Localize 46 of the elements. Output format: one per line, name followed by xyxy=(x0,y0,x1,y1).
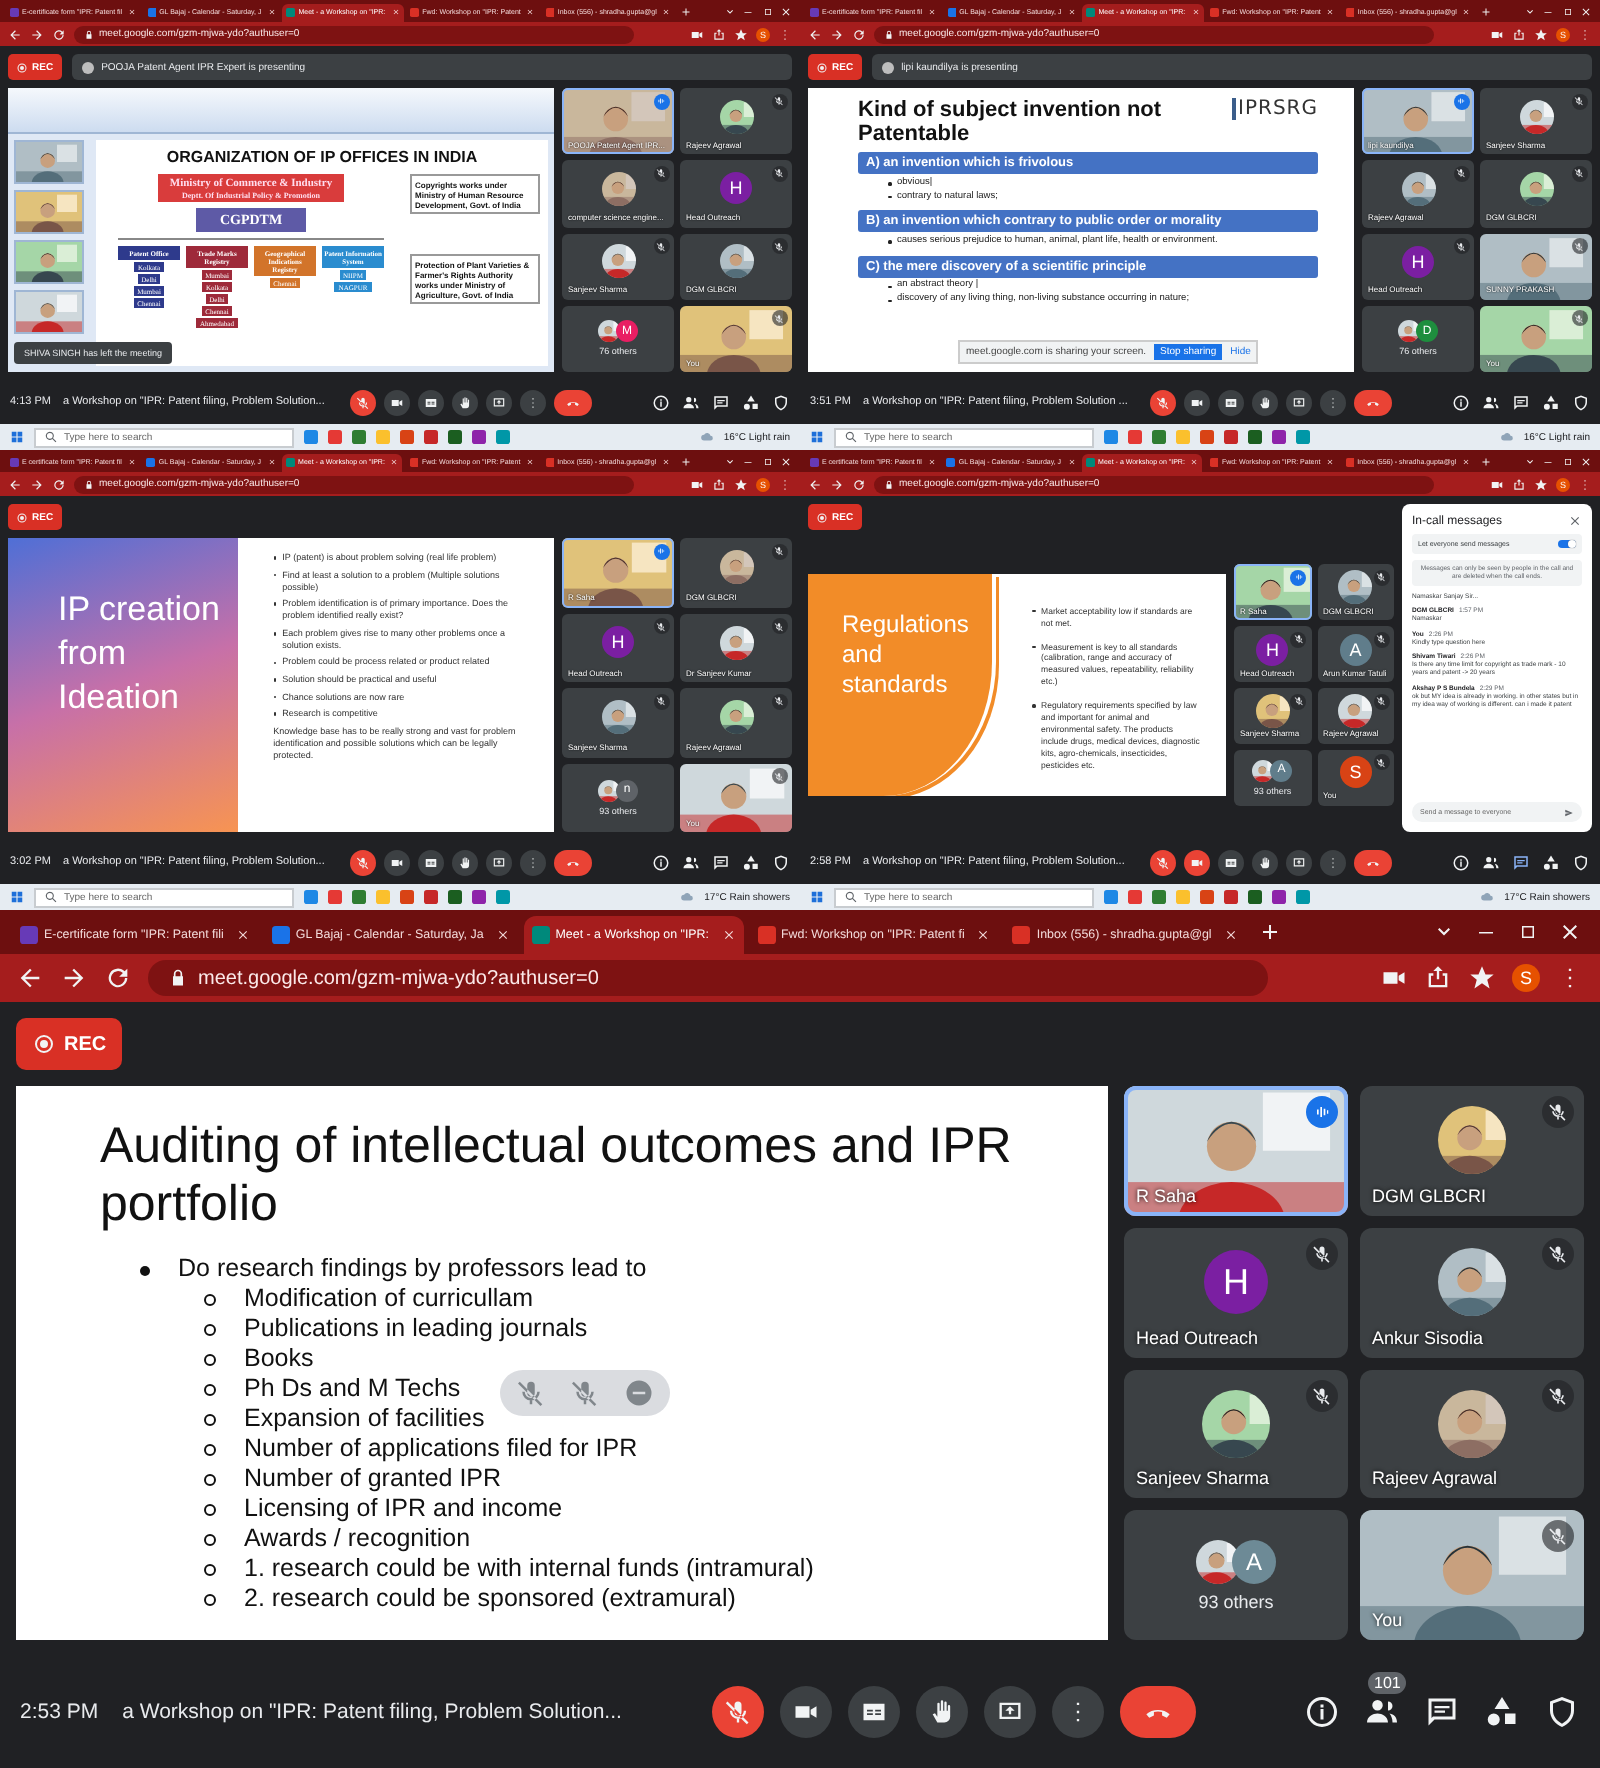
participant-name: Head Outreach xyxy=(1136,1327,1259,1347)
participant-name: R Saha xyxy=(1136,1185,1197,1206)
participant-tile[interactable]: Sanjeev Sharma xyxy=(1124,1369,1348,1499)
bullet-text: 1. research could be with internal funds (intramural) xyxy=(244,1553,814,1583)
logo: IPRSRG xyxy=(1231,98,1318,120)
avatar: H xyxy=(1204,1250,1268,1315)
meeting-title: a Workshop on "IPR: Patent filing, Problem Solution... xyxy=(122,1700,622,1724)
avatar: H xyxy=(1256,633,1289,666)
avatar: S xyxy=(1339,756,1372,789)
bullet-text: Publications in leading journals xyxy=(244,1313,588,1343)
slide-title: ORGANIZATION OF IP OFFICES IN INDIA xyxy=(164,148,480,166)
participant-tile[interactable]: H Head Outreach xyxy=(1124,1227,1348,1357)
participant-name: DGM GLBCRI xyxy=(1372,1185,1487,1206)
bullet-text: Expansion of facilities xyxy=(244,1403,485,1433)
participant-tile[interactable]: Rajeev Agrawal xyxy=(1360,1369,1584,1499)
participant-tile[interactable]: A 93 others xyxy=(1124,1510,1348,1640)
participant-count: 93 others xyxy=(1198,1591,1274,1612)
participant-name: Ankur Sisodia xyxy=(1372,1327,1484,1347)
participant-tile[interactable]: DGM GLBCRI xyxy=(1360,1086,1584,1216)
bullet-text: Do research findings by professors lead to xyxy=(178,1253,647,1283)
bullet-text: Books xyxy=(244,1343,314,1373)
participant-name: Sanjeev Sharma xyxy=(1136,1468,1270,1489)
bullet-text: Number of granted IPR xyxy=(244,1463,502,1493)
address-field[interactable]: meet.google.com/gzm-mjwa-ydo?authuser=0 xyxy=(148,960,1268,996)
bullet-text: Modification of curricullam xyxy=(244,1283,533,1313)
avatar: H xyxy=(1402,245,1434,278)
participant-tile[interactable]: Ankur Sisodia xyxy=(1360,1227,1584,1357)
meeting-time: 2:53 PM xyxy=(20,1700,99,1724)
slide-title: Kind of subject invention not Patentable xyxy=(858,98,1164,147)
avatar: A xyxy=(1232,1539,1276,1584)
profile-avatar[interactable]: S xyxy=(1512,964,1540,992)
slide-title: IP creation from Ideation xyxy=(58,588,222,721)
slide-title: Auditing of intellectual outcomes and IPR portfolio xyxy=(100,1118,1014,1233)
avatar: A xyxy=(1339,633,1372,666)
participant-name: Rajeev Agrawal xyxy=(1372,1468,1498,1489)
people-count: 101 xyxy=(1368,1672,1407,1694)
rec-button[interactable]: REC xyxy=(16,1018,123,1070)
bullet-text: Ph Ds and M Techs xyxy=(244,1373,461,1403)
avatar: H xyxy=(720,172,752,205)
bullet-text: Awards / recognition xyxy=(244,1523,471,1553)
avatar: H xyxy=(602,626,634,659)
bullet-text: 2. research could be sponsored (extramural) xyxy=(244,1583,736,1613)
participant-name: You xyxy=(1372,1610,1403,1630)
bullet-text: Licensing of IPR and income xyxy=(244,1493,563,1523)
slide-title: Regulations and standards xyxy=(842,609,971,700)
bullet-text: Number of applications filed for IPR xyxy=(244,1433,638,1463)
